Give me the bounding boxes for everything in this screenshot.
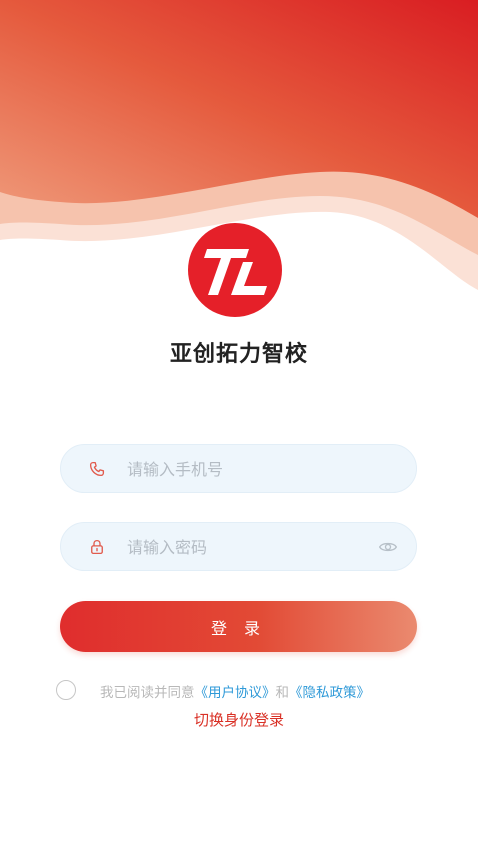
switch-role-link[interactable]: 切换身份登录 [0,709,478,730]
phone-icon [89,461,105,477]
agreement-prefix: 我已阅读并同意 [100,685,195,701]
password-input[interactable] [125,523,369,572]
eye-icon[interactable] [378,537,398,557]
agreement-checkbox[interactable] [56,680,76,700]
password-field[interactable] [60,522,417,572]
phone-input[interactable] [125,445,369,494]
agreement-text: 我已阅读并同意《用户协议》和《隐私政策》 [100,681,370,701]
app-title: 亚创拓力智校 [169,342,308,367]
user-agreement-link[interactable]: 《用户协议》 [195,685,276,701]
agreement-and: 和 [275,685,290,701]
login-button[interactable]: 登 录 [60,601,417,652]
phone-field[interactable] [60,444,417,494]
lock-icon [91,539,103,555]
app-logo [188,223,282,317]
privacy-policy-link[interactable]: 《隐私政策》 [289,685,370,701]
agreement-row: 我已阅读并同意《用户协议》和《隐私政策》 [56,678,436,704]
